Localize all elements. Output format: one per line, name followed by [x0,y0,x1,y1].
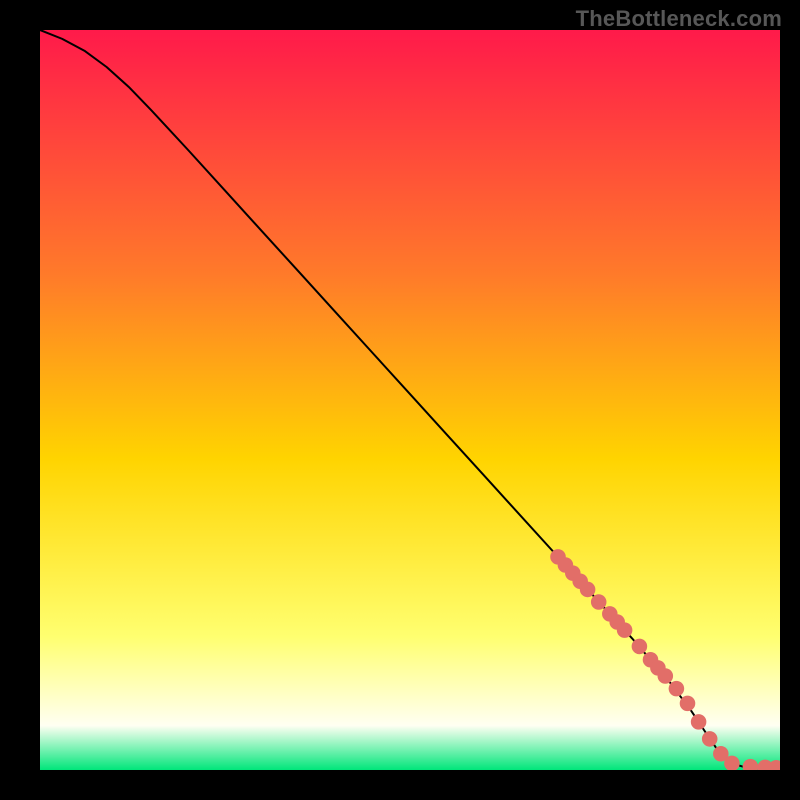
data-marker [691,714,707,730]
data-marker [680,696,696,712]
chart-frame: TheBottleneck.com [0,0,800,800]
data-marker [658,668,674,684]
data-marker [617,622,633,638]
data-marker [669,681,685,697]
gradient-background [40,30,780,770]
data-marker [702,731,718,747]
gradient-plot [40,30,780,770]
data-marker [632,639,648,655]
watermark-label: TheBottleneck.com [576,6,782,32]
data-marker [580,582,596,598]
data-marker [591,594,607,610]
